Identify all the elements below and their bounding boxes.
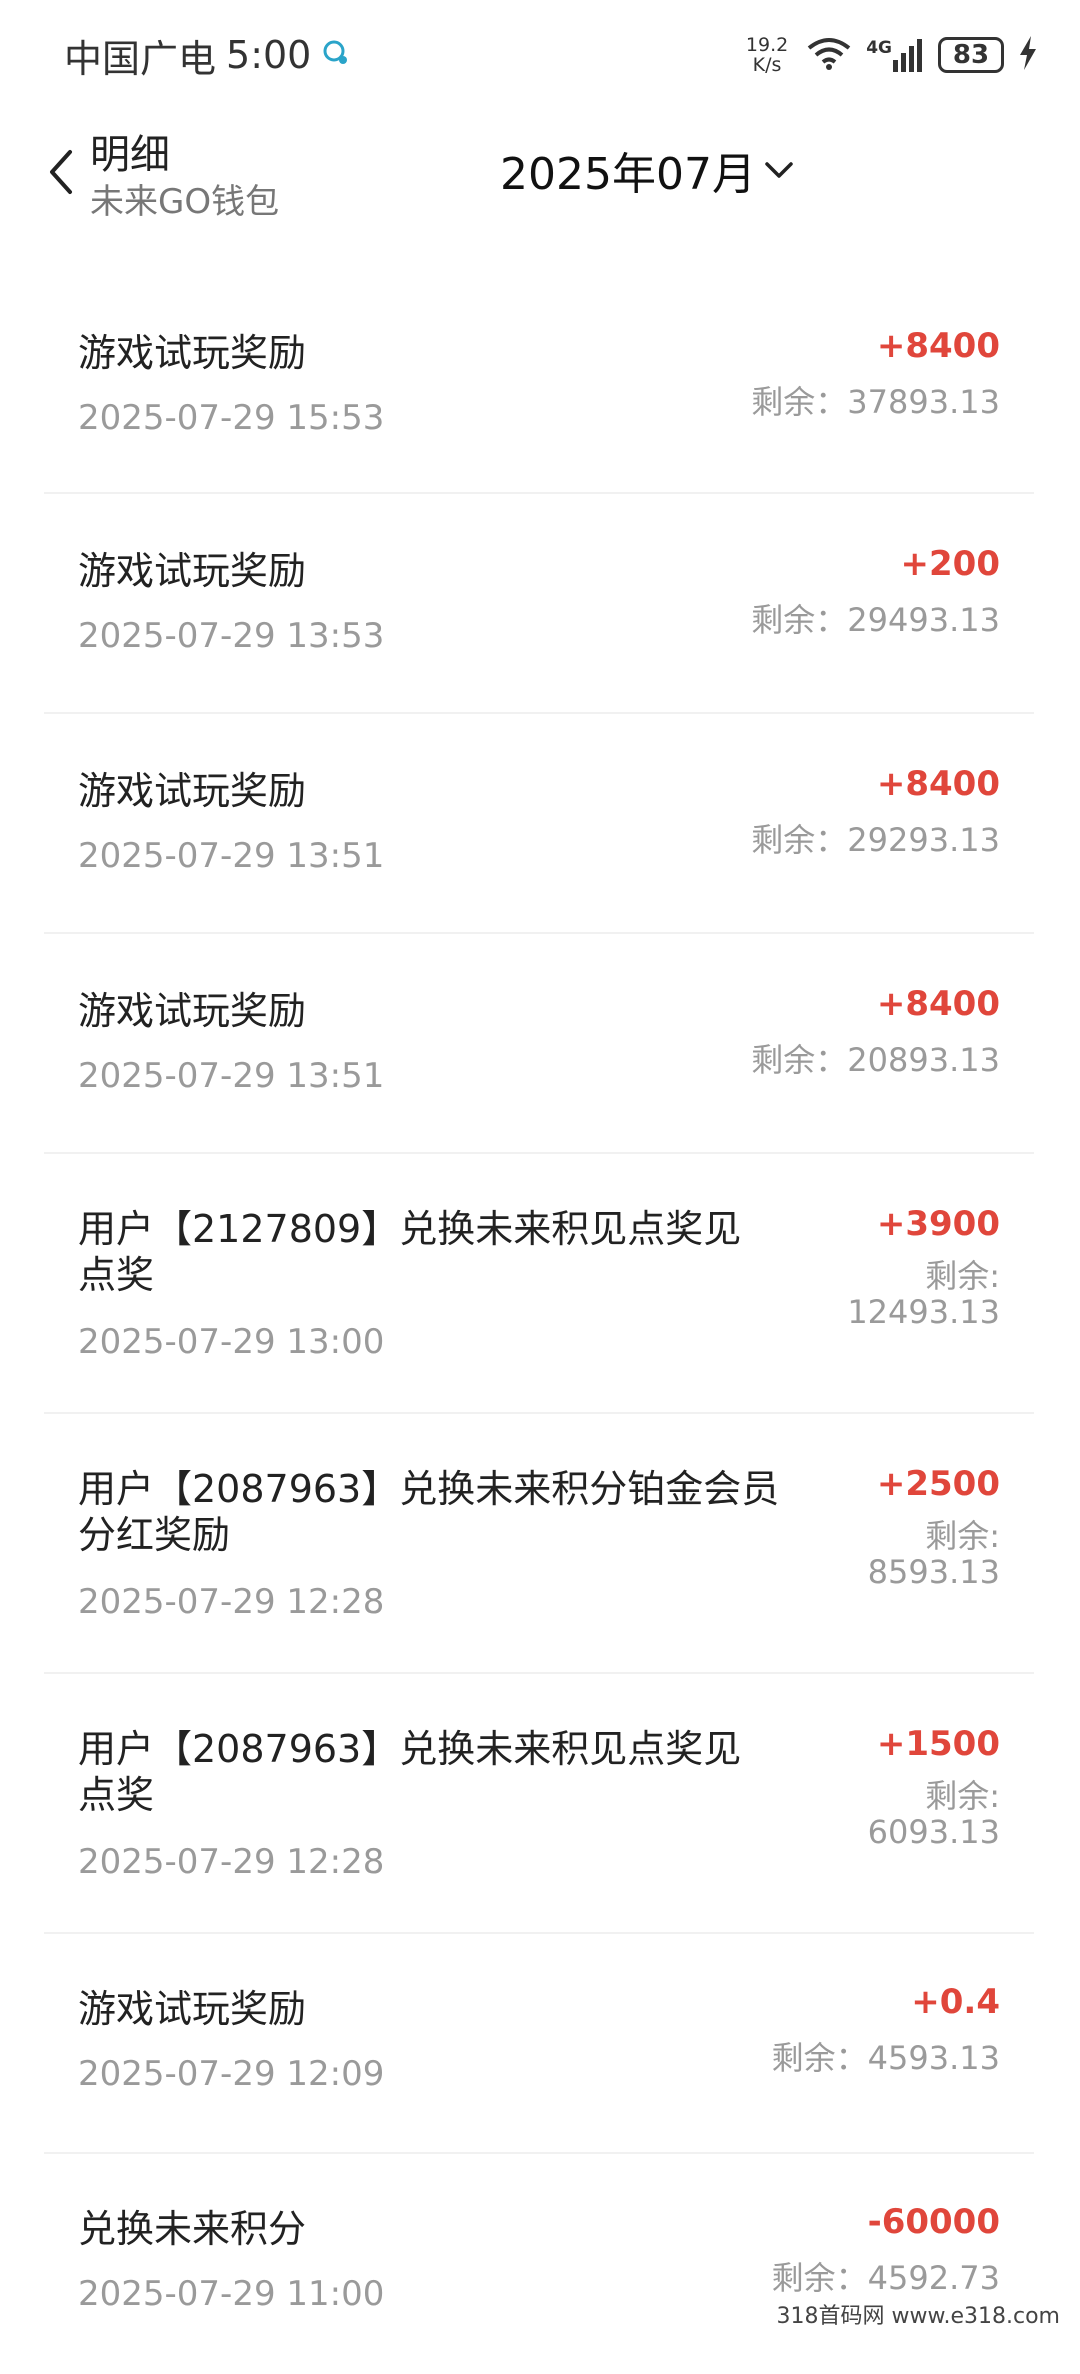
record-title-line: 用户【2087963】兑换未来积见点奖见	[78, 1727, 742, 1771]
record-time: 2025-07-29 13:53	[78, 616, 385, 656]
selected-month: 2025年07月	[500, 149, 756, 200]
record-time: 2025-07-29 11:00	[78, 2274, 385, 2314]
record-balance: 剩余：29493.13	[751, 601, 1000, 639]
record-amount: +8400	[876, 326, 1000, 366]
wifi-icon	[806, 36, 852, 74]
record-amount: +8400	[876, 984, 1000, 1024]
list-item[interactable]: 用户【2087963】兑换未来积见点奖见 点奖 2025-07-29 12:28…	[44, 1674, 1034, 1934]
month-selector[interactable]: 2025年07月	[500, 138, 796, 202]
record-balance: 剩余：4593.13	[771, 2039, 1000, 2077]
balance-value: 12493.13	[847, 1293, 1000, 1331]
record-amount: +2500	[876, 1464, 1000, 1504]
balance-value: 8593.13	[867, 1553, 1000, 1591]
record-title-line: 用户【2087963】兑换未来积分铂金会员	[78, 1467, 780, 1511]
record-time: 2025-07-29 12:09	[78, 2054, 385, 2094]
speed-unit: K/s	[752, 54, 782, 76]
record-amount: +0.4	[911, 1982, 1000, 2022]
record-time: 2025-07-29 12:28	[78, 1842, 385, 1882]
list-item[interactable]: 游戏试玩奖励 2025-07-29 13:51 +8400 剩余：29293.1…	[44, 714, 1034, 934]
record-balance: 剩余：20893.13	[751, 1041, 1000, 1079]
balance-label: 剩余:	[925, 1777, 1000, 1815]
record-balance: 剩余: 8593.13	[868, 1518, 1000, 1590]
chevron-left-icon	[50, 150, 72, 194]
balance-label: 剩余:	[925, 1257, 1000, 1295]
record-time: 2025-07-29 12:28	[78, 1582, 385, 1622]
record-time: 2025-07-29 13:51	[78, 1056, 385, 1096]
back-button[interactable]	[40, 142, 84, 202]
record-title: 游戏试玩奖励	[78, 331, 307, 375]
network-speed: 19.2 K/s	[746, 35, 788, 75]
site-watermark: 318首码网 www.e318.com	[770, 2296, 1066, 2332]
battery-level: 83	[938, 37, 1004, 73]
chat-notification-icon	[321, 33, 351, 77]
record-title: 游戏试玩奖励	[78, 1987, 307, 2031]
status-right: 19.2 K/s 4G 83	[746, 35, 1038, 75]
record-title-line: 用户【2127809】兑换未来积见点奖见	[78, 1207, 742, 1251]
record-balance: 剩余: 6093.13	[868, 1778, 1000, 1850]
clock: 5:00	[226, 33, 312, 77]
list-item[interactable]: 用户【2127809】兑换未来积见点奖见 点奖 2025-07-29 13:00…	[44, 1154, 1034, 1414]
record-title-line: 分红奖励	[78, 1513, 231, 1557]
record-balance: 剩余: 12493.13	[847, 1258, 1000, 1330]
record-title-line: 点奖	[78, 1773, 155, 1817]
record-title: 用户【2127809】兑换未来积见点奖见 点奖	[78, 1206, 741, 1298]
list-item[interactable]: 游戏试玩奖励 2025-07-29 13:53 +200 剩余：29493.13	[44, 494, 1034, 714]
record-amount: +3900	[876, 1204, 1000, 1244]
balance-label: 剩余:	[925, 1517, 1000, 1555]
list-item[interactable]: 兑换未来积分 2025-07-29 11:00 -60000 剩余：4592.7…	[44, 2154, 1034, 2374]
list-item[interactable]: 用户【2087963】兑换未来积分铂金会员 分红奖励 2025-07-29 12…	[44, 1414, 1034, 1674]
record-time: 2025-07-29 15:53	[78, 398, 385, 438]
list-item[interactable]: 游戏试玩奖励 2025-07-29 12:09 +0.4 剩余：4593.13	[44, 1934, 1034, 2154]
record-title-line: 点奖	[78, 1253, 155, 1297]
record-amount: -60000	[867, 2202, 1000, 2242]
record-time: 2025-07-29 13:51	[78, 836, 385, 876]
status-left: 中国广电 5:00	[64, 28, 351, 83]
record-amount: +200	[900, 544, 1000, 584]
balance-value: 6093.13	[867, 1813, 1000, 1851]
record-title: 兑换未来积分	[78, 2207, 307, 2251]
record-balance: 剩余：4592.73	[771, 2259, 1000, 2297]
page-subtitle: 未来GO钱包	[90, 182, 280, 222]
record-balance: 剩余：29293.13	[751, 821, 1000, 859]
list-item[interactable]: 游戏试玩奖励 2025-07-29 15:53 +8400 剩余：37893.1…	[44, 276, 1034, 494]
network-type: 4G	[866, 38, 892, 58]
record-title: 游戏试玩奖励	[78, 769, 307, 813]
signal-icon: 4G	[866, 38, 924, 72]
record-balance: 剩余：37893.13	[751, 383, 1000, 421]
speed-value: 19.2	[745, 34, 789, 56]
record-title: 游戏试玩奖励	[78, 989, 307, 1033]
record-time: 2025-07-29 13:00	[78, 1322, 385, 1362]
record-title: 用户【2087963】兑换未来积分铂金会员 分红奖励	[78, 1466, 779, 1558]
record-amount: +8400	[876, 764, 1000, 804]
record-title: 游戏试玩奖励	[78, 549, 307, 593]
page-title: 明细	[90, 132, 170, 178]
record-title: 用户【2087963】兑换未来积见点奖见 点奖	[78, 1726, 741, 1818]
charging-icon	[1018, 36, 1038, 74]
chevron-down-icon	[765, 162, 793, 178]
header: 明细 未来GO钱包 2025年07月	[0, 118, 1080, 228]
record-amount: +1500	[876, 1724, 1000, 1764]
carrier-name: 中国广电	[64, 36, 217, 81]
record-list: 游戏试玩奖励 2025-07-29 15:53 +8400 剩余：37893.1…	[44, 276, 1034, 2374]
status-bar: 中国广电 5:00 19.2 K/s 4G 83	[0, 0, 1080, 110]
list-item[interactable]: 游戏试玩奖励 2025-07-29 13:51 +8400 剩余：20893.1…	[44, 934, 1034, 1154]
